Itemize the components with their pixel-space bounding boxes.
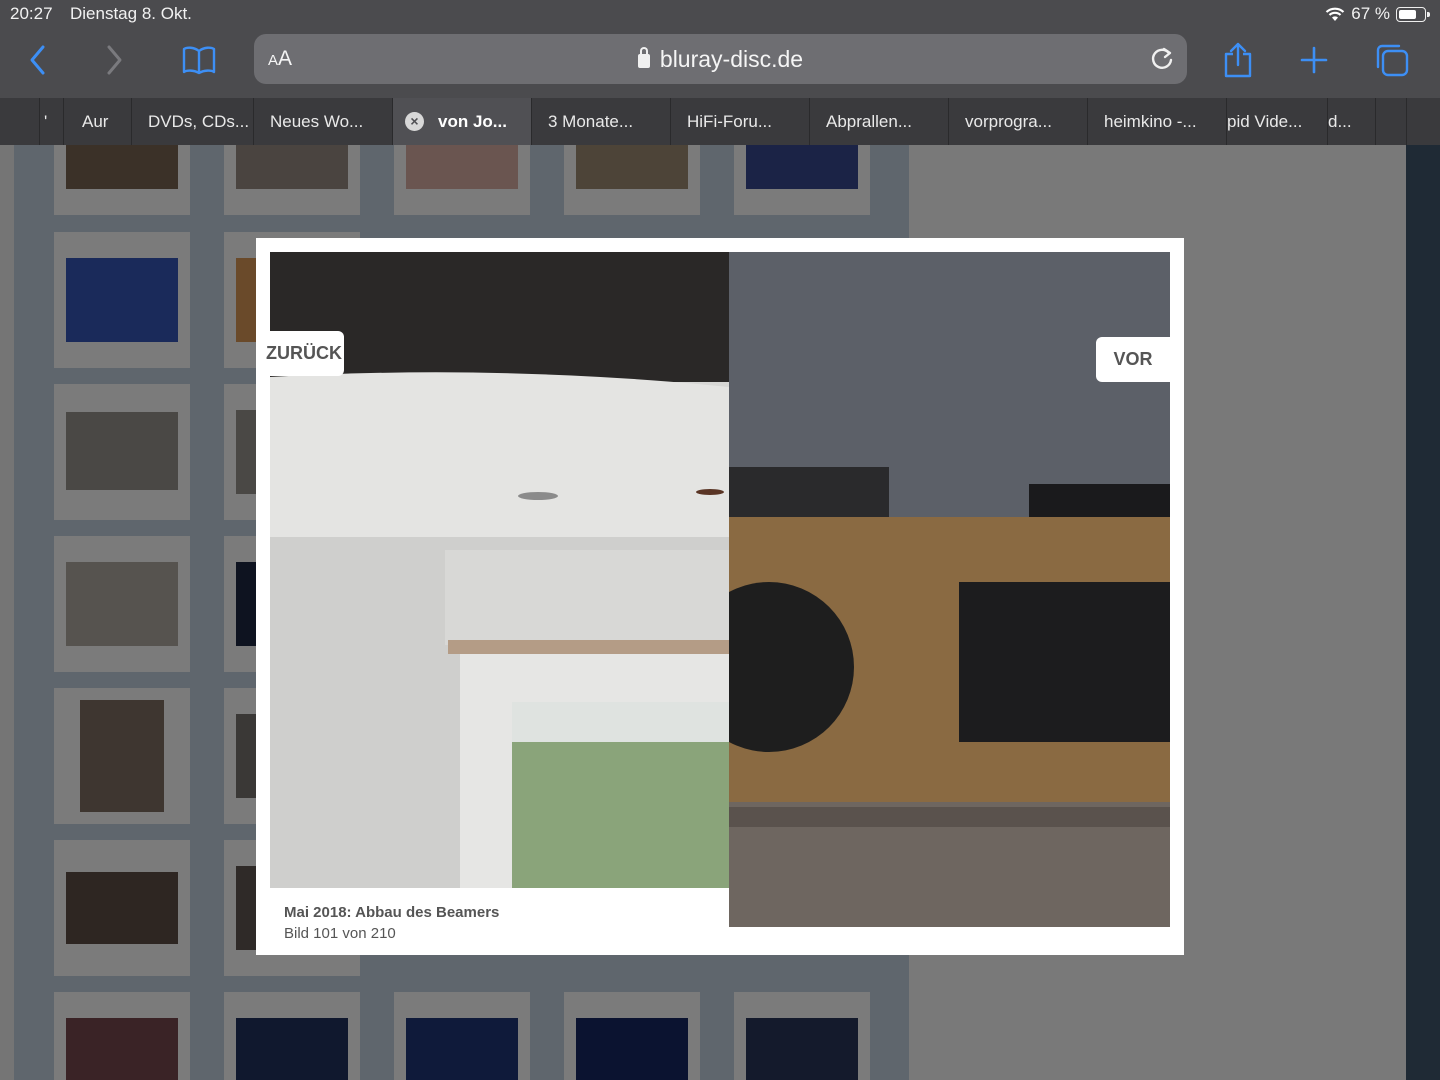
close-tab-icon[interactable]: ×: [405, 112, 424, 131]
tab-1[interactable]: Aur: [64, 98, 132, 145]
tab-8[interactable]: vorprogra...: [949, 98, 1088, 145]
plus-icon: [1300, 46, 1328, 74]
gallery-thumb[interactable]: [54, 688, 190, 824]
tab-4-active[interactable]: × von Jo...: [393, 98, 532, 145]
back-button[interactable]: [16, 38, 60, 82]
gallery-thumb[interactable]: [734, 992, 870, 1080]
forward-button[interactable]: [92, 38, 136, 82]
tab-3[interactable]: Neues Wo...: [254, 98, 393, 145]
share-icon: [1224, 42, 1252, 78]
gallery-thumb[interactable]: [54, 384, 190, 520]
gallery-thumb[interactable]: [564, 992, 700, 1080]
gallery-thumb[interactable]: [394, 145, 530, 215]
wifi-icon: [1326, 7, 1345, 21]
next-button[interactable]: VOR: [1096, 337, 1170, 382]
address-bar[interactable]: AA bluray-disc.de: [254, 34, 1187, 84]
page-sidebar-strip: [1406, 145, 1440, 1080]
gallery-thumb[interactable]: [54, 145, 190, 215]
gallery-thumb[interactable]: [224, 992, 360, 1080]
gallery-thumb[interactable]: [54, 232, 190, 368]
tab-partial-end[interactable]: [1376, 98, 1407, 145]
status-right: 67 %: [1325, 4, 1430, 24]
gallery-thumb[interactable]: [394, 992, 530, 1080]
gallery-thumb[interactable]: [734, 145, 870, 215]
gallery-thumb[interactable]: [564, 145, 700, 215]
lightbox-caption: Mai 2018: Abbau des Beamers Bild 101 von…: [284, 904, 499, 942]
book-icon: [182, 46, 216, 75]
lock-icon: [637, 47, 650, 68]
tab-10[interactable]: pid Vide...: [1227, 98, 1328, 145]
tab-0[interactable]: ': [40, 98, 64, 145]
previous-button[interactable]: ZURÜCK: [262, 331, 344, 376]
tab-11[interactable]: d...: [1328, 98, 1376, 145]
status-bar: 20:27 Dienstag 8. Okt. 67 %: [0, 0, 1440, 28]
tab-9[interactable]: heimkino -...: [1088, 98, 1227, 145]
tab-2[interactable]: DVDs, CDs...: [132, 98, 254, 145]
lightbox-dialog: ZURÜCK VOR Mai 2018: Abbau des Beamers B…: [256, 238, 1184, 955]
new-tab-button[interactable]: [1292, 38, 1336, 82]
tab-7[interactable]: Abprallen...: [810, 98, 949, 145]
reload-icon[interactable]: [1147, 44, 1177, 74]
tab-partial-start[interactable]: [0, 98, 40, 145]
tab-6[interactable]: HiFi-Foru...: [671, 98, 810, 145]
battery-icon: [1396, 6, 1430, 22]
status-time: 20:27: [10, 4, 53, 23]
tabs-icon: [1376, 44, 1409, 77]
chevron-left-icon: [30, 45, 45, 75]
tab-4-label: von Jo...: [438, 112, 507, 131]
share-button[interactable]: [1216, 38, 1260, 82]
tab-overview-button[interactable]: [1370, 38, 1414, 82]
caption-counter: Bild 101 von 210: [284, 925, 396, 942]
tab-5[interactable]: 3 Monate...: [532, 98, 671, 145]
browser-toolbar: AA bluray-disc.de: [0, 28, 1440, 98]
gallery-thumb[interactable]: [224, 145, 360, 215]
url-display[interactable]: bluray-disc.de: [254, 46, 1187, 73]
gallery-thumb[interactable]: [54, 536, 190, 672]
caption-title: Mai 2018: Abbau des Beamers: [284, 904, 500, 921]
gallery-thumb[interactable]: [54, 992, 190, 1080]
battery-percent: 67 %: [1351, 4, 1390, 23]
chevron-right-icon: [107, 45, 122, 75]
gallery-thumb[interactable]: [54, 840, 190, 976]
status-date: Dienstag 8. Okt.: [70, 4, 192, 23]
tab-strip: ' Aur DVDs, CDs... Neues Wo... × von Jo.…: [0, 98, 1440, 145]
bookmarks-button[interactable]: [177, 38, 221, 82]
url-text: bluray-disc.de: [659, 46, 804, 72]
